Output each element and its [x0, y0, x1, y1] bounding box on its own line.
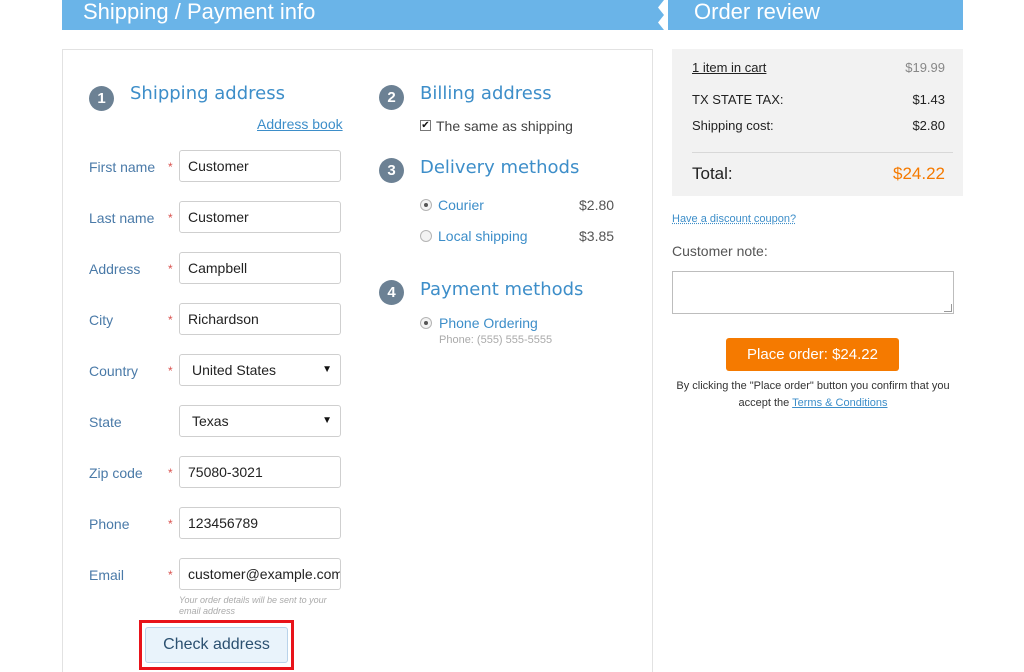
- step-number-2: 2: [379, 85, 404, 110]
- state-label: State: [89, 414, 122, 430]
- resize-handle-icon[interactable]: [944, 304, 952, 312]
- shipping-address-title: Shipping address: [130, 83, 285, 104]
- courier-radio[interactable]: [420, 199, 432, 211]
- header-chevron-point: [652, 0, 664, 30]
- first-name-label: First name: [89, 159, 156, 175]
- phone-label: Phone: [89, 516, 130, 532]
- phone-ordering-detail: Phone: (555) 555-5555: [439, 334, 553, 346]
- dropdown-arrow-icon: ▼: [322, 415, 332, 426]
- customer-note-label: Customer note:: [672, 243, 768, 259]
- billing-address-title: Billing address: [420, 83, 552, 104]
- city-field[interactable]: Richardson: [179, 303, 341, 335]
- total-label: Total:: [692, 164, 733, 183]
- header-title: Shipping / Payment info: [83, 0, 316, 24]
- last-name-field[interactable]: Customer: [179, 201, 341, 233]
- last-name-label: Last name: [89, 210, 155, 226]
- email-field[interactable]: customer@example.com: [179, 558, 341, 590]
- required-marker: *: [168, 262, 173, 276]
- checkout-panel: 1 Shipping address Address book First na…: [62, 49, 653, 672]
- same-as-shipping-checkbox[interactable]: ✔: [420, 120, 431, 131]
- required-marker: *: [168, 160, 173, 174]
- email-label: Email: [89, 567, 125, 583]
- order-review-header: Order review: [668, 0, 963, 30]
- country-select[interactable]: United States ▼: [179, 354, 341, 386]
- country-value: United States: [192, 362, 277, 378]
- zip-code-label: Zip code: [89, 465, 143, 481]
- terms-link[interactable]: Terms & Conditions: [792, 397, 887, 409]
- tax-label: TX STATE TAX:: [692, 92, 784, 107]
- summary-divider: [692, 152, 953, 153]
- check-address-button[interactable]: Check address: [145, 627, 288, 663]
- terms-confirmation: By clicking the "Place order" button you…: [672, 378, 954, 412]
- courier-price: $2.80: [579, 197, 615, 213]
- shipping-cost-value: $2.80: [912, 118, 945, 133]
- zip-code-field[interactable]: 75080-3021: [179, 456, 341, 488]
- local-shipping-radio[interactable]: [420, 230, 432, 242]
- items-total: $19.99: [905, 60, 945, 75]
- shipping-payment-header: Shipping / Payment info: [62, 0, 652, 30]
- delivery-methods-title: Delivery methods: [420, 157, 580, 178]
- items-in-cart-link[interactable]: 1 item in cart: [692, 60, 766, 75]
- step-number-3: 3: [379, 158, 404, 183]
- local-shipping-price: $3.85: [579, 228, 615, 244]
- first-name-field[interactable]: Customer: [179, 150, 341, 182]
- required-marker: *: [168, 211, 173, 225]
- required-marker: *: [168, 517, 173, 531]
- phone-ordering-radio[interactable]: [420, 317, 432, 329]
- order-summary: 1 item in cart $19.99 TX STATE TAX: $1.4…: [672, 49, 963, 196]
- country-label: Country: [89, 363, 139, 379]
- required-marker: *: [168, 364, 173, 378]
- email-hint: Your order details will be sent to your …: [179, 595, 327, 616]
- place-order-button[interactable]: Place order: $24.22: [726, 338, 899, 371]
- address-field[interactable]: Campbell: [179, 252, 341, 284]
- city-label: City: [89, 312, 114, 328]
- same-as-shipping-label: The same as shipping: [436, 118, 573, 134]
- tax-value: $1.43: [912, 92, 945, 107]
- local-shipping-label[interactable]: Local shipping: [438, 228, 528, 244]
- required-marker: *: [168, 568, 173, 582]
- phone-field[interactable]: 123456789: [179, 507, 341, 539]
- phone-ordering-label[interactable]: Phone Ordering: [439, 315, 538, 331]
- discount-coupon-link[interactable]: Have a discount coupon?: [672, 213, 796, 225]
- required-marker: *: [168, 313, 173, 327]
- step-number-4: 4: [379, 280, 404, 305]
- step-number-1: 1: [89, 86, 114, 111]
- required-marker: *: [168, 466, 173, 480]
- address-label: Address: [89, 261, 141, 277]
- dropdown-arrow-icon: ▼: [322, 364, 332, 375]
- courier-label[interactable]: Courier: [438, 197, 484, 213]
- address-book-link[interactable]: Address book: [257, 116, 343, 132]
- shipping-cost-label: Shipping cost:: [692, 118, 774, 133]
- total-value: $24.22: [893, 164, 945, 183]
- state-value: Texas: [192, 413, 229, 429]
- payment-methods-title: Payment methods: [420, 279, 584, 300]
- state-select[interactable]: Texas ▼: [179, 405, 341, 437]
- order-review-title: Order review: [694, 0, 820, 24]
- customer-note-textarea[interactable]: [672, 271, 954, 314]
